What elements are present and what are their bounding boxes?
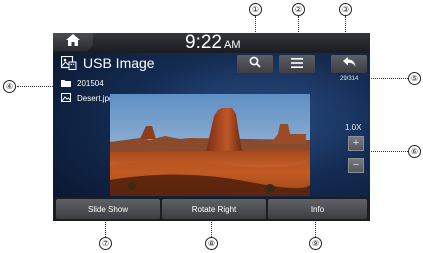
photo-viewer[interactable]	[110, 94, 310, 196]
clock: 9:22 AM	[185, 33, 240, 55]
usb-image-screen: 9:22 AM USB Image 29/314 201504 Desert.j…	[53, 33, 370, 221]
zoom-in-button[interactable]: +	[348, 136, 364, 151]
info-button[interactable]: Info	[268, 199, 367, 219]
page-title: USB Image	[83, 55, 155, 71]
zoom-level: 1.0X	[345, 123, 362, 132]
leader-line-5	[368, 78, 408, 79]
list-item-image[interactable]: Desert.jpg	[61, 91, 113, 106]
bottom-button-bar: Slide Show Rotate Right Info	[53, 197, 370, 221]
callout-9: ⑨	[309, 237, 322, 250]
callout-6: ⑥	[408, 145, 421, 158]
clock-ampm: AM	[223, 39, 241, 51]
usb-image-icon	[60, 55, 77, 75]
back-button[interactable]	[331, 55, 367, 73]
desert-photo	[110, 94, 310, 196]
home-button[interactable]	[53, 33, 93, 51]
file-list: 201504 Desert.jpg	[61, 76, 113, 106]
back-arrow-icon	[342, 55, 356, 73]
menu-icon	[291, 55, 303, 73]
rotate-right-button[interactable]: Rotate Right	[162, 199, 266, 219]
status-bar: 9:22 AM	[53, 33, 370, 53]
image-file-icon	[61, 93, 77, 104]
menu-button[interactable]	[279, 55, 315, 73]
callout-7: ⑦	[99, 237, 112, 250]
title-bar: USB Image	[53, 53, 370, 74]
image-name: Desert.jpg	[77, 94, 114, 103]
clock-time: 9:22	[185, 33, 222, 53]
zoom-out-button[interactable]: −	[348, 158, 364, 173]
folder-name: 201504	[77, 79, 104, 88]
callout-3: ③	[339, 3, 352, 16]
callout-5: ⑤	[408, 72, 421, 85]
slide-show-button[interactable]: Slide Show	[56, 199, 160, 219]
callout-1: ①	[249, 3, 262, 16]
list-item-folder[interactable]: 201504	[61, 76, 113, 91]
photo-counter: 29/314	[340, 76, 359, 82]
callout-8: ⑧	[205, 237, 218, 250]
search-button[interactable]	[237, 55, 273, 73]
callout-4: ④	[3, 80, 16, 93]
search-icon	[249, 55, 261, 73]
home-icon	[66, 33, 80, 51]
folder-icon	[61, 79, 77, 89]
callout-2: ②	[292, 3, 305, 16]
